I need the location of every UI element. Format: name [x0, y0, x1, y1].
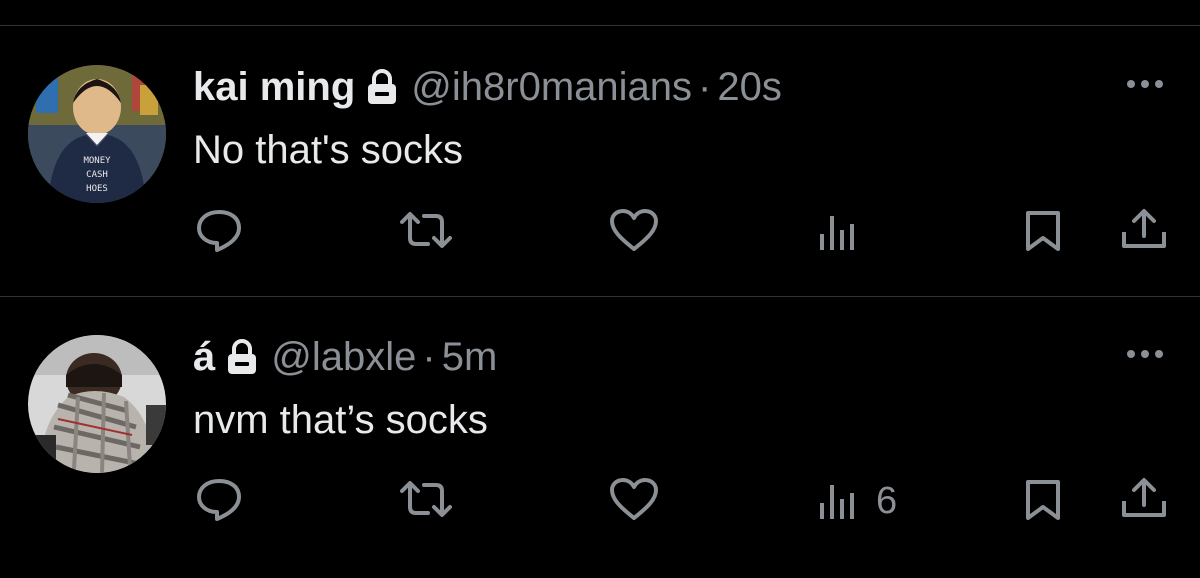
retweet-button[interactable] — [398, 479, 454, 519]
bookmark-button[interactable] — [1024, 479, 1062, 521]
reply-icon — [197, 479, 241, 521]
more-icon[interactable] — [1120, 72, 1170, 96]
tweet[interactable]: MONEY CASH HOES kai ming @ih8r0manians ·… — [0, 0, 1200, 296]
avatar[interactable]: MONEY CASH HOES — [28, 65, 166, 203]
avatar-shirt-text: MONEY — [83, 156, 111, 166]
retweet-icon — [400, 212, 452, 248]
tweet[interactable]: á @labxle · 5m nvm that’s socks 6 — [0, 297, 1200, 578]
tweet-header: á @labxle · 5m — [193, 332, 497, 382]
share-button[interactable] — [1118, 475, 1170, 521]
reply-icon — [197, 210, 241, 252]
retweet-button[interactable] — [398, 210, 454, 250]
bookmark-button[interactable] — [1024, 210, 1062, 252]
retweet-icon — [400, 481, 452, 517]
tweet-header: kai ming @ih8r0manians · 20s — [193, 62, 782, 112]
lock-icon — [225, 338, 259, 376]
like-icon — [610, 478, 658, 520]
separator: · — [698, 65, 712, 109]
views-icon — [820, 485, 854, 519]
handle[interactable]: @ih8r0manians — [411, 62, 692, 112]
bookmark-icon — [1026, 480, 1060, 520]
share-icon — [1122, 478, 1166, 517]
views-count: 6 — [876, 480, 898, 522]
like-icon — [610, 209, 658, 251]
avatar-shirt-text: CASH — [86, 170, 108, 180]
timestamp[interactable]: 5m — [442, 332, 498, 382]
handle[interactable]: @labxle — [271, 332, 416, 382]
separator: · — [422, 335, 436, 379]
avatar[interactable] — [28, 335, 166, 473]
like-button[interactable] — [608, 208, 660, 252]
tweet-text: nvm that’s socks — [193, 398, 488, 442]
tweet-text: No that's socks — [193, 128, 463, 172]
display-name[interactable]: á — [193, 332, 215, 382]
reply-button[interactable] — [195, 208, 247, 254]
reply-button[interactable] — [195, 477, 247, 523]
timestamp[interactable]: 20s — [717, 62, 782, 112]
like-button[interactable] — [608, 477, 660, 521]
views-button[interactable] — [818, 212, 876, 252]
more-icon[interactable] — [1120, 342, 1170, 366]
share-icon — [1122, 209, 1166, 248]
share-button[interactable] — [1118, 206, 1170, 252]
avatar-shirt-text: HOES — [86, 184, 108, 194]
views-icon — [820, 216, 854, 250]
display-name[interactable]: kai ming — [193, 62, 355, 112]
bookmark-icon — [1026, 211, 1060, 251]
lock-icon — [365, 68, 399, 106]
views-button[interactable]: 6 — [818, 481, 897, 521]
